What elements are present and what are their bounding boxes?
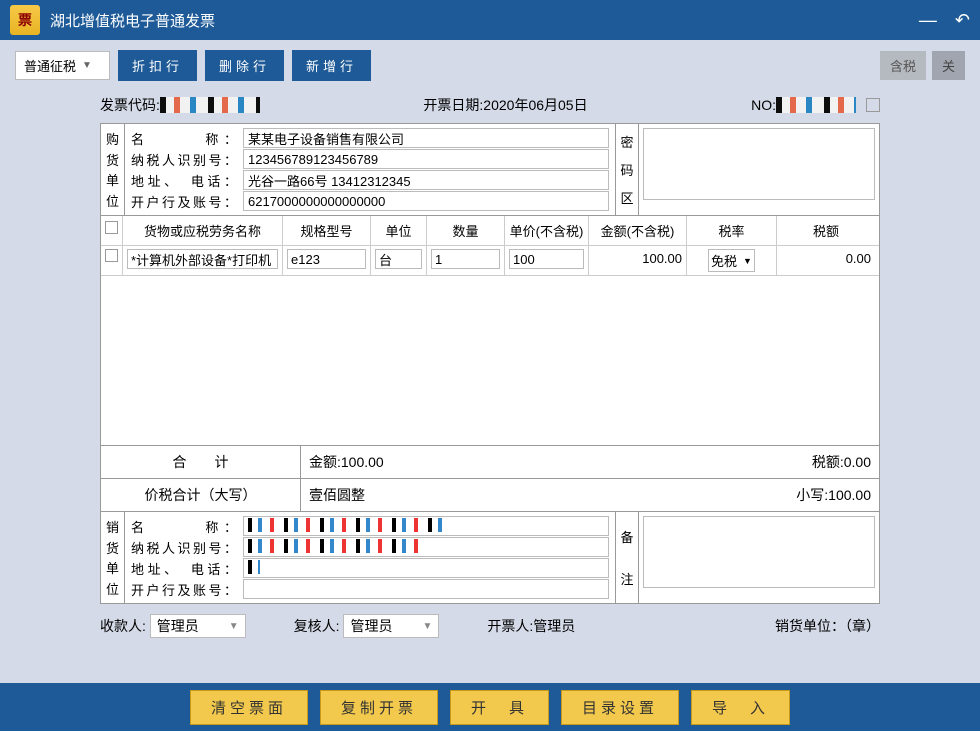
buyer-name-label: 名 称： [131, 129, 243, 148]
reviewer-label: 复核人: [294, 618, 340, 634]
select-all-checkbox[interactable] [105, 221, 118, 234]
item-spec-input[interactable] [287, 249, 366, 269]
small-label: 小写: [796, 487, 828, 503]
col-qty: 数量 [427, 216, 505, 245]
seller-name-input[interactable] [243, 516, 609, 536]
drawer-label: 开票人: [487, 618, 533, 634]
levy-type-value: 普通征税 [24, 56, 76, 75]
delete-row-button[interactable]: 删除行 [205, 50, 284, 81]
capital-label: 价税合计（大写） [101, 479, 301, 511]
catalog-button[interactable]: 目录设置 [561, 690, 679, 725]
items-header: 货物或应税劳务名称 规格型号 单位 数量 单价(不含税) 金额(不含税) 税率 … [101, 216, 879, 246]
issue-button[interactable]: 开 具 [450, 690, 549, 725]
buyer-addr-input[interactable] [243, 170, 609, 190]
col-amount: 金额(不含税) [589, 216, 687, 245]
buyer-addr-label: 地址、 电话： [131, 171, 243, 190]
sum-amount-label: 金额: [309, 454, 341, 470]
seller-taxid-label: 纳税人识别号： [131, 538, 243, 557]
col-name: 货物或应税劳务名称 [123, 216, 283, 245]
chevron-down-icon: ▼ [422, 621, 432, 632]
password-area[interactable] [643, 128, 875, 200]
window-title: 湖北增值税电子普通发票 [50, 10, 919, 31]
add-row-button[interactable]: 新增行 [292, 50, 371, 81]
item-name-input[interactable] [127, 249, 278, 269]
drawer-value: 管理员 [533, 618, 575, 634]
invoice-no-value [776, 97, 856, 113]
toolbar: 普通征税 ▼ 折扣行 删除行 新增行 含税 关 [0, 40, 980, 91]
password-area-label: 密码区 [615, 124, 639, 215]
invoice-code-value [160, 97, 260, 113]
col-spec: 规格型号 [283, 216, 371, 245]
seller-bank-label: 开户行及账号： [131, 580, 243, 599]
close-button[interactable]: 关 [932, 51, 965, 80]
chevron-down-icon: ▼ [743, 256, 752, 266]
payee-label: 收款人: [100, 618, 146, 634]
seller-bank-input[interactable] [243, 579, 609, 599]
buyer-bank-label: 开户行及账号： [131, 192, 243, 211]
sum-amount: 100.00 [341, 454, 384, 470]
buyer-bank-input[interactable] [243, 191, 609, 211]
sum-label: 合 计 [101, 446, 301, 478]
col-rate: 税率 [687, 216, 777, 245]
item-price-input[interactable] [509, 249, 584, 269]
seller-side-label: 销货单位 [101, 512, 125, 603]
invoice-no-label: NO: [751, 97, 776, 113]
col-unit: 单位 [371, 216, 427, 245]
seller-unit-stamp: 销货单位：（章） [775, 616, 880, 636]
col-tax: 税额 [777, 216, 875, 245]
buyer-side-label: 购货单位 [101, 124, 125, 215]
seller-taxid-input[interactable] [243, 537, 609, 557]
tax-inclusive-button[interactable]: 含税 [880, 51, 926, 80]
invoice-date-value: 2020年06月05日 [483, 95, 587, 115]
copy-issue-button[interactable]: 复制开票 [320, 690, 438, 725]
col-price: 单价(不含税) [505, 216, 589, 245]
item-row: 100.00 免税 ▼ 0.00 [101, 246, 879, 276]
invoice-no-action-icon[interactable] [866, 98, 880, 112]
seller-name-label: 名 称： [131, 517, 243, 536]
items-body: 100.00 免税 ▼ 0.00 [101, 246, 879, 446]
small-value: 100.00 [828, 487, 871, 503]
chevron-down-icon: ▼ [82, 60, 92, 71]
invoice-code-label: 发票代码: [100, 95, 160, 115]
levy-type-dropdown[interactable]: 普通征税 ▼ [15, 51, 110, 80]
remark-side-label: 备注 [615, 512, 639, 603]
seller-addr-label: 地址、 电话： [131, 559, 243, 578]
invoice-date-label: 开票日期: [423, 95, 483, 115]
discount-row-button[interactable]: 折扣行 [118, 50, 197, 81]
bottom-action-bar: 清空票面 复制开票 开 具 目录设置 导 入 [0, 683, 980, 731]
row-checkbox[interactable] [105, 249, 118, 262]
payee-dropdown[interactable]: 管理员▼ [150, 614, 246, 638]
sum-tax: 0.00 [844, 454, 871, 470]
reviewer-dropdown[interactable]: 管理员▼ [343, 614, 439, 638]
window-titlebar: 票 湖北增值税电子普通发票 — ↶ [0, 0, 980, 40]
back-icon[interactable]: ↶ [955, 10, 970, 31]
sum-tax-label: 税额: [812, 454, 844, 470]
capital-value: 壹佰圆整 [301, 479, 788, 511]
buyer-taxid-input[interactable] [243, 149, 609, 169]
minimize-icon[interactable]: — [919, 10, 937, 31]
item-rate-select[interactable]: 免税 ▼ [708, 249, 755, 272]
seller-addr-input[interactable] [243, 558, 609, 578]
clear-button[interactable]: 清空票面 [190, 690, 308, 725]
item-amount: 100.00 [589, 246, 687, 275]
item-qty-input[interactable] [431, 249, 500, 269]
remark-textarea[interactable] [643, 516, 875, 588]
item-tax: 0.00 [777, 246, 875, 275]
app-logo: 票 [10, 5, 40, 35]
chevron-down-icon: ▼ [229, 621, 239, 632]
import-button[interactable]: 导 入 [691, 690, 790, 725]
item-unit-input[interactable] [375, 249, 422, 269]
buyer-name-input[interactable] [243, 128, 609, 148]
buyer-taxid-label: 纳税人识别号： [131, 150, 243, 169]
